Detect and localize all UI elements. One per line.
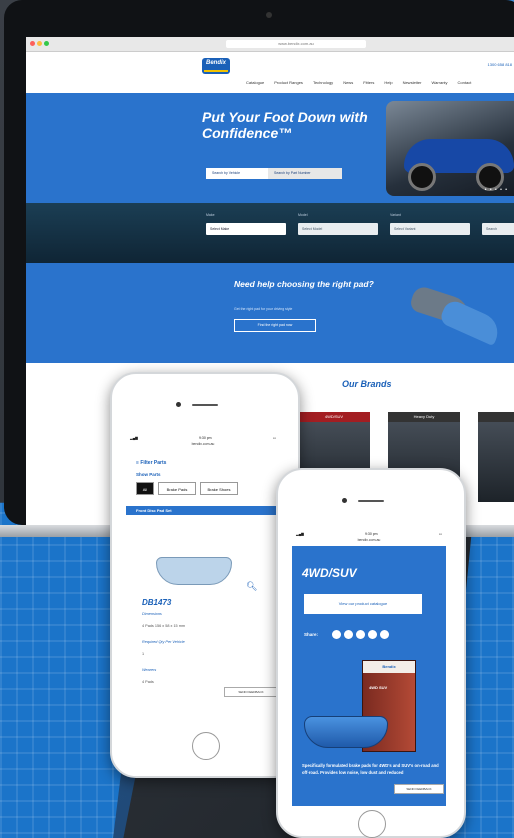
time: 9:30 pm	[198, 436, 212, 440]
phone-number[interactable]: 1300 658 818	[488, 62, 512, 67]
hero-banner: Put Your Foot Down with Confidence™ • • …	[26, 93, 514, 203]
nav-item[interactable]: Fitters	[363, 80, 374, 85]
vehicle-search-form: Make Select Make Model Select Model Vari…	[26, 203, 514, 263]
browser-toolbar: www.bendix.com.au	[26, 37, 514, 52]
wearers-label: Wearers	[142, 668, 157, 672]
brand-label	[478, 412, 514, 422]
variant-label: Variant	[390, 213, 401, 217]
search-button[interactable]: Search	[482, 223, 514, 235]
phone-url[interactable]: bendix.com.au	[292, 538, 446, 546]
signal-icon: ▂▄▆	[296, 532, 304, 536]
address-bar[interactable]: www.bendix.com.au	[226, 40, 366, 48]
phone-camera	[342, 498, 347, 503]
phone-speaker	[358, 500, 384, 502]
google-plus-icon[interactable]	[356, 630, 365, 639]
view-catalogue-button[interactable]: View our product catalogue	[304, 594, 422, 614]
make-label: Make	[206, 213, 215, 217]
help-subtitle: Get the right pad for your driving style	[234, 307, 293, 311]
make-select[interactable]: Select Make	[206, 223, 286, 235]
model-label: Model	[298, 213, 308, 217]
nav-item[interactable]: Technology	[313, 80, 333, 85]
hero-car-image	[386, 101, 514, 196]
nav-item[interactable]: Warranty	[431, 80, 447, 85]
product-section-bar: Front Disc Pad Set	[126, 506, 280, 515]
filter-brake-pads-button[interactable]: Brake Pads	[158, 482, 196, 495]
nav-item[interactable]: News	[343, 80, 353, 85]
close-window-dot[interactable]	[30, 41, 35, 46]
maximize-window-dot[interactable]	[44, 41, 49, 46]
phone-url[interactable]: bendix.com.au	[126, 442, 280, 450]
hero-title: Put Your Foot Down with Confidence™	[202, 109, 368, 141]
phone-left-screen: ▂▄▆ 9:30 pm ▭ bendix.com.au ≡ Filter Par…	[126, 434, 280, 702]
category-title: 4WD/SUV	[302, 566, 357, 580]
status-bar: ▂▄▆ 9:30 pm ▭	[292, 530, 446, 538]
main-nav: Catalogue Product Ranges Technology News…	[246, 80, 471, 85]
send-feedback-button[interactable]: SEND FEEDBACK	[394, 784, 444, 794]
phone-speaker	[192, 404, 218, 406]
carousel-dots[interactable]: • • • • •	[485, 187, 508, 193]
help-title: Need help choosing the right pad?	[234, 279, 374, 289]
box-brand: Bendix	[363, 661, 415, 673]
logo-accent	[204, 70, 228, 72]
filter-brake-shoes-button[interactable]: Brake Shoes	[200, 482, 238, 495]
variant-select[interactable]: Select Variant	[390, 223, 470, 235]
home-button[interactable]	[358, 810, 386, 838]
find-right-pad-button[interactable]: Find the right pad now	[234, 319, 316, 332]
nav-item[interactable]: Contact	[458, 80, 472, 85]
phone-right: ▂▄▆ 9:30 pm ▭ bendix.com.au 4WD/SUV View…	[276, 468, 466, 838]
wearers-value: 4 Pads	[142, 680, 154, 684]
filter-label: Filter Parts	[140, 460, 167, 466]
zoom-icon[interactable]: 🔍︎	[246, 581, 257, 592]
time: 9:30 pm	[364, 532, 378, 536]
brands-title: Our Brands	[342, 379, 392, 389]
phone-right-screen: ▂▄▆ 9:30 pm ▭ bendix.com.au 4WD/SUV View…	[292, 530, 446, 806]
send-feedback-button[interactable]: SEND FEEDBACK	[224, 687, 278, 697]
brand-label: Heavy Duty	[388, 412, 460, 422]
facebook-icon[interactable]	[332, 630, 341, 639]
brake-pad-shape	[438, 297, 504, 347]
nav-item[interactable]: Product Ranges	[274, 80, 303, 85]
help-choose-pad-section: Need help choosing the right pad? Get th…	[26, 263, 514, 363]
minimize-window-dot[interactable]	[37, 41, 42, 46]
share-label: Share:	[304, 632, 319, 637]
filter-parts-heading[interactable]: ≡ Filter Parts	[136, 460, 166, 466]
brand-label: 4WD/SUV	[298, 412, 370, 422]
twitter-icon[interactable]	[344, 630, 353, 639]
nav-item[interactable]: Catalogue	[246, 80, 264, 85]
site-header: Bendix 1300 658 818 Catalogue Product Ra…	[26, 52, 514, 94]
linkedin-icon[interactable]	[368, 630, 377, 639]
brand-card[interactable]	[478, 412, 514, 502]
dimensions-label: Dimensions	[142, 612, 162, 616]
product-description: Specifically formulated brake pads for 4…	[302, 763, 439, 775]
tab-search-by-part-number[interactable]: Search by Part Number	[268, 168, 342, 179]
brake-pad-image	[156, 557, 232, 585]
model-select[interactable]: Select Model	[298, 223, 378, 235]
laptop-camera	[266, 12, 272, 18]
required-qty-value: 1	[142, 652, 145, 656]
filter-all-button[interactable]: All	[136, 482, 154, 495]
email-icon[interactable]	[380, 630, 389, 639]
nav-item[interactable]: Help	[384, 80, 392, 85]
brake-pad-image	[304, 716, 388, 748]
show-parts-label: Show Parts	[136, 472, 161, 477]
battery-icon: ▭	[272, 436, 276, 440]
dimensions-value: 4 Pads 156 x 58 x 15 mm	[142, 624, 186, 628]
battery-icon: ▭	[438, 532, 442, 536]
signal-icon: ▂▄▆	[130, 436, 138, 440]
phone-left: ▂▄▆ 9:30 pm ▭ bendix.com.au ≡ Filter Par…	[110, 372, 300, 778]
phone-camera	[176, 402, 181, 407]
home-button[interactable]	[192, 732, 220, 760]
nav-item[interactable]: Newsletter	[403, 80, 422, 85]
required-qty-label: Required Qty Per Vehicle	[142, 640, 185, 644]
part-number[interactable]: DB1473	[142, 598, 171, 607]
box-label: 4WD SUV	[369, 685, 388, 690]
car-wheel	[408, 163, 436, 191]
brake-pads-image	[408, 283, 504, 347]
status-bar: ▂▄▆ 9:30 pm ▭	[126, 434, 280, 442]
tab-search-by-vehicle[interactable]: Search by Vehicle	[206, 168, 272, 179]
